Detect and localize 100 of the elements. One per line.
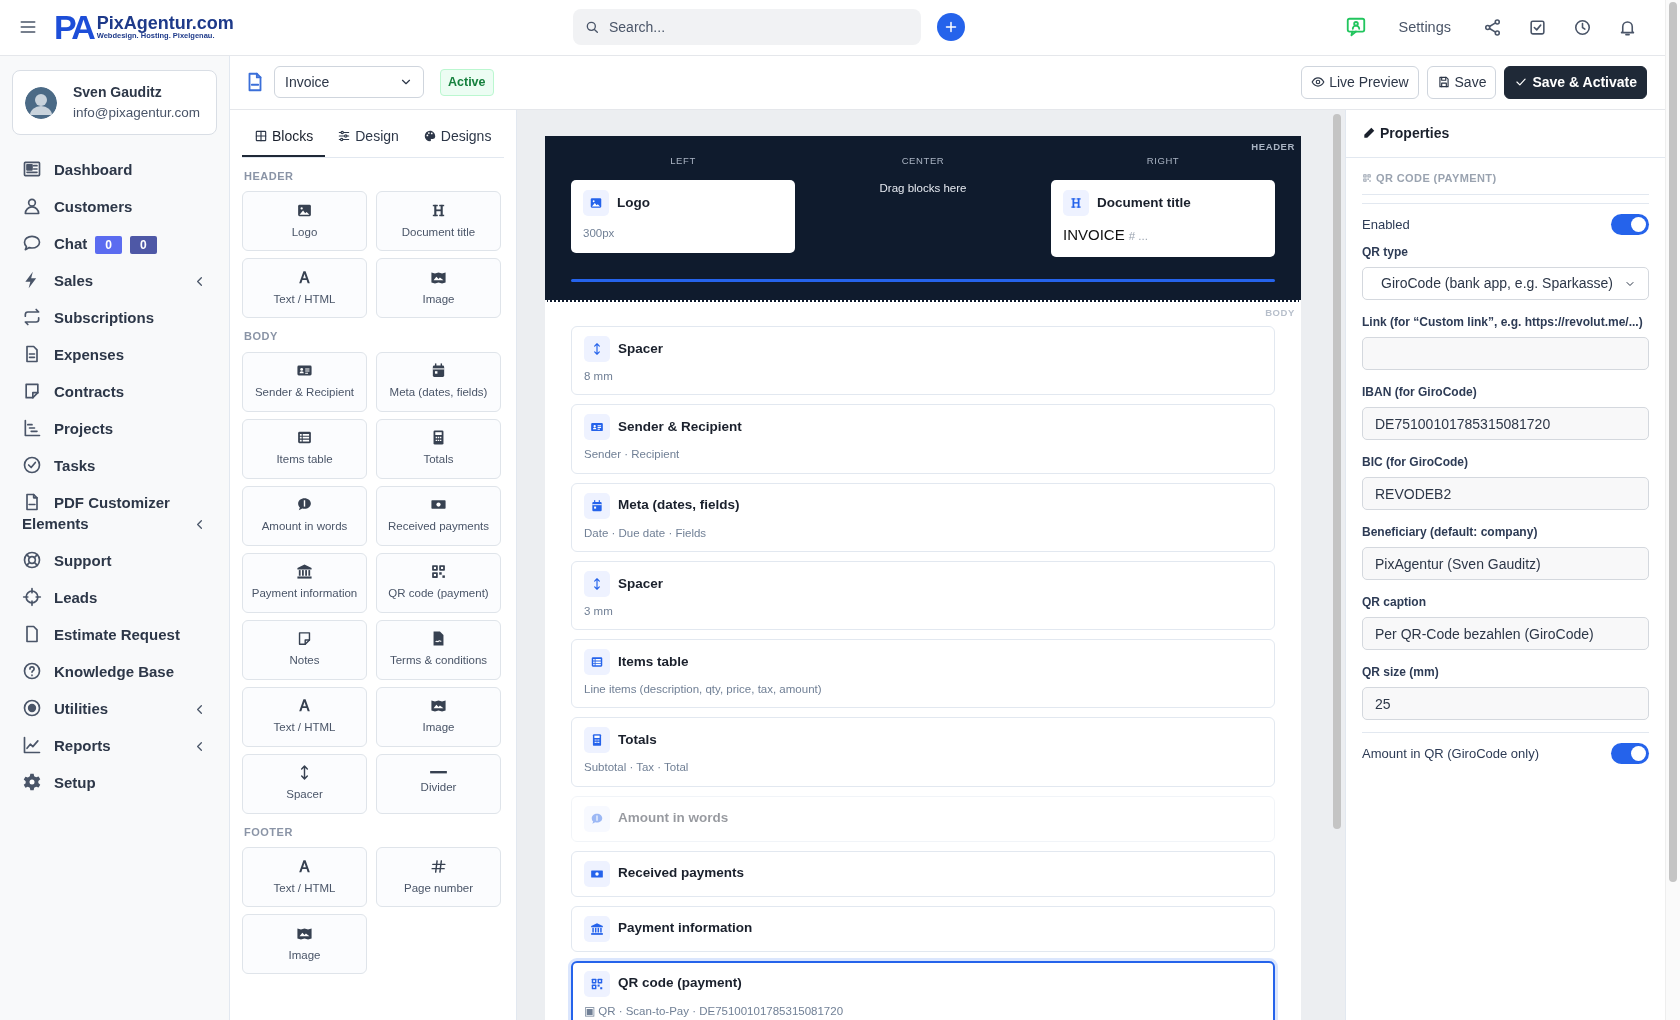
sidebar-item[interactable]: Dashboard	[12, 151, 217, 189]
block-tile[interactable]: Divider	[376, 753, 501, 814]
save-activate-button[interactable]: Save & Activate	[1504, 65, 1647, 99]
profile-card[interactable]: Sven Gauditz info@pixagentur.com	[12, 69, 217, 136]
block-tile[interactable]: Notes	[242, 619, 367, 680]
select-field[interactable]: GiroCode (bank app, e.g. Sparkasse)	[1362, 267, 1649, 301]
block-tile[interactable]: Spacer	[242, 753, 367, 814]
block-tile[interactable]: QR code (payment)	[376, 552, 501, 613]
sidebar-item[interactable]: Setup	[12, 764, 217, 802]
sidebar-item[interactable]: Subscriptions	[12, 299, 217, 337]
block-tile[interactable]: Text / HTML	[242, 258, 367, 319]
block-tile[interactable]: Text / HTML	[242, 847, 367, 908]
body-block[interactable]: Spacer 3 mm	[571, 560, 1275, 631]
body-block[interactable]: Spacer 8 mm	[571, 326, 1275, 396]
save-icon	[1436, 75, 1451, 90]
sidebar-item[interactable]: Expenses	[12, 336, 217, 374]
section-heading: BODY	[244, 329, 279, 345]
note-icon	[296, 630, 313, 648]
speech-bubble-icon	[590, 811, 604, 826]
tab[interactable]: Designs	[410, 115, 504, 157]
block-title: Received payments	[618, 864, 745, 883]
sidebar-item[interactable]: Sales	[12, 262, 217, 300]
block-tile[interactable]: Text / HTML	[242, 686, 367, 747]
block-detail: Date · Due date · Fields	[584, 525, 708, 541]
sidebar-item[interactable]: PDF Customizer Elements	[12, 484, 217, 543]
body-block[interactable]: QR code (payment) ▣ QR · Scan-to-Pay · DE75100101785315081720	[571, 960, 1275, 1020]
toggle-switch[interactable]	[1611, 743, 1649, 765]
body-block[interactable]: Meta (dates, fields) Date · Due date · Fields	[571, 482, 1275, 552]
dashboard-icon	[22, 159, 42, 180]
sidebar-item[interactable]: Tasks	[12, 447, 217, 485]
column-label: CENTER	[900, 154, 946, 169]
tasks-button[interactable]	[1528, 17, 1547, 37]
toggle-switch[interactable]	[1611, 214, 1649, 236]
body-block[interactable]: Totals Subtotal · Tax · Total	[571, 717, 1275, 787]
block-title: Spacer	[618, 574, 664, 593]
scrollbar[interactable]	[1665, 0, 1680, 1020]
input-field[interactable]: 25	[1362, 687, 1649, 721]
sidebar-item[interactable]: Contracts	[12, 373, 217, 411]
body-block[interactable]: Payment information	[571, 905, 1275, 952]
block-tile[interactable]: Sender & Recipient	[242, 351, 367, 412]
input-field[interactable]: PixAgentur (Sven Gauditz)	[1362, 547, 1649, 581]
input-field[interactable]: DE75100101785315081720	[1362, 407, 1649, 441]
block-tile[interactable]: Payment information	[242, 552, 367, 613]
body-block[interactable]: Received payments	[571, 850, 1275, 897]
tab[interactable]: Blocks	[242, 115, 326, 157]
block-tile[interactable]: Totals	[376, 418, 501, 479]
sidebar-item[interactable]: Chat 0 0	[12, 225, 217, 263]
tab[interactable]: Design	[325, 115, 411, 157]
block-detail: Sender · Recipient	[584, 447, 681, 463]
block-tile[interactable]: Items table	[242, 418, 367, 479]
font-icon	[296, 268, 313, 286]
sliders-icon	[337, 129, 352, 144]
block-tile[interactable]: Page number	[376, 847, 501, 908]
input-field[interactable]: Per QR-Code bezahlen (GiroCode)	[1362, 617, 1649, 651]
minus-icon	[430, 771, 447, 774]
input-field[interactable]	[1362, 337, 1649, 371]
grid-icon	[254, 129, 268, 144]
share-button[interactable]	[1483, 17, 1502, 37]
section-heading: QR CODE (PAYMENT)	[1376, 170, 1497, 186]
input-field[interactable]: REVODEB2	[1362, 477, 1649, 511]
header-block[interactable]: Logo 300px	[571, 180, 795, 253]
save-button[interactable]: Save	[1426, 65, 1497, 99]
block-detail: ▣ QR · Scan-to-Pay · DE75100101785315081720	[584, 1003, 845, 1019]
sidebar-item[interactable]: Leads	[12, 579, 217, 617]
block-tile[interactable]: Image	[242, 914, 367, 975]
settings-link[interactable]: Settings	[1398, 16, 1451, 39]
field-label: Link (for “Custom link”, e.g. https://revolut.me/...)	[1362, 314, 1644, 332]
block-title: Sender & Recipient	[618, 418, 742, 437]
field-label: Beneficiary (default: company)	[1362, 524, 1539, 542]
live-preview-button[interactable]: Live Preview	[1301, 65, 1419, 99]
sidebar-item[interactable]: Estimate Request	[12, 616, 217, 654]
sidebar-item[interactable]: Support	[12, 542, 217, 580]
block-tile[interactable]: Image	[376, 258, 501, 319]
search-field[interactable]: Search...	[573, 9, 921, 46]
field-label: Enabled	[1362, 216, 1410, 235]
chat-person-icon	[1344, 16, 1367, 39]
block-tile[interactable]: Meta (dates, fields)	[376, 351, 501, 412]
logo-mark: PA	[54, 10, 93, 45]
scrollbar[interactable]	[1329, 109, 1345, 1020]
clock-button[interactable]	[1573, 17, 1592, 37]
block-tile[interactable]: Amount in words	[242, 485, 367, 546]
sidebar-item[interactable]: Utilities	[12, 690, 217, 728]
count-badge: 0	[95, 236, 123, 255]
block-tile[interactable]: Logo	[242, 191, 367, 252]
palette-icon	[422, 129, 437, 144]
sidebar-item[interactable]: Reports	[12, 727, 217, 765]
body-block[interactable]: Sender & Recipient Sender · Recipient	[571, 404, 1275, 474]
sidebar-item[interactable]: Customers	[12, 188, 217, 226]
block-tile[interactable]: Terms & conditions	[376, 619, 501, 680]
body-block[interactable]: Items table Line items (description, qty, price, tax, amount)	[571, 639, 1275, 709]
header-block[interactable]: Document title INVOICE # ...	[1051, 180, 1275, 257]
block-tile[interactable]: Received payments	[376, 485, 501, 546]
block-tile[interactable]: Document title	[376, 191, 501, 252]
profile-email: info@pixagentur.com	[73, 103, 201, 122]
field-label: IBAN (for GiroCode)	[1362, 384, 1478, 402]
document-type-select[interactable]: Invoice	[274, 66, 424, 99]
block-tile[interactable]: Image	[376, 686, 501, 747]
sidebar-item[interactable]: Knowledge Base	[12, 653, 217, 691]
add-button[interactable]	[937, 13, 965, 42]
sidebar-item[interactable]: Projects	[12, 410, 217, 448]
